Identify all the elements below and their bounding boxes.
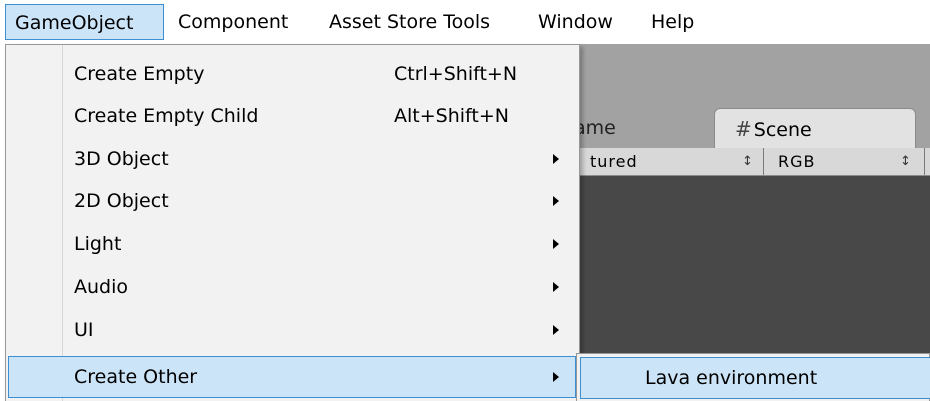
- menu-item-ui[interactable]: UI: [8, 309, 576, 351]
- menu-item-label: Light: [74, 233, 122, 255]
- toolbar-divider: [924, 148, 927, 175]
- tab-strip: ame # Scene: [560, 44, 930, 148]
- submenu-arrow-icon: [553, 154, 559, 164]
- menu-bar: GameObject Component Asset Store Tools W…: [0, 0, 930, 44]
- updown-arrow-icon: ↕: [900, 154, 912, 169]
- menu-item-label: 2D Object: [74, 190, 169, 212]
- menu-asset-store-tools[interactable]: Asset Store Tools: [320, 4, 499, 40]
- create-other-submenu: Lava environment: [576, 353, 930, 401]
- menu-item-label: 3D Object: [74, 148, 169, 170]
- menu-item-3d-object[interactable]: 3D Object: [8, 138, 576, 180]
- submenu-arrow-icon: [553, 325, 559, 335]
- menu-item-label: UI: [74, 319, 94, 341]
- menu-item-create-empty[interactable]: Create Empty Ctrl+Shift+N: [8, 53, 576, 95]
- submenu-arrow-icon: [553, 196, 559, 206]
- toolbar-divider: [763, 148, 766, 175]
- submenu-arrow-icon: [553, 239, 559, 249]
- menu-item-label: Create Other: [74, 366, 198, 388]
- menu-item-shortcut: Ctrl+Shift+N: [394, 63, 518, 85]
- updown-arrow-icon: ↕: [742, 154, 754, 169]
- tab-game[interactable]: ame: [560, 108, 710, 148]
- scene-toolbar: tured ↕ RGB ↕: [560, 148, 930, 176]
- menu-item-create-other[interactable]: Create Other: [8, 356, 576, 398]
- render-mode-dropdown[interactable]: RGB: [778, 148, 838, 175]
- submenu-arrow-icon: [553, 282, 559, 292]
- menu-item-label: Create Empty Child: [74, 105, 259, 127]
- menu-help[interactable]: Help: [642, 4, 703, 40]
- menu-item-create-empty-child[interactable]: Create Empty Child Alt+Shift+N: [8, 95, 576, 137]
- gameobject-dropdown-menu: Create Empty Ctrl+Shift+N Create Empty C…: [5, 44, 580, 401]
- menu-item-label: Create Empty: [74, 63, 205, 85]
- submenu-item-lava-environment[interactable]: Lava environment: [580, 357, 930, 399]
- submenu-item-label: Lava environment: [645, 367, 818, 389]
- menu-item-label: Audio: [74, 276, 129, 298]
- tab-scene-label: Scene: [753, 119, 812, 141]
- submenu-arrow-icon: [553, 372, 559, 382]
- menu-window[interactable]: Window: [529, 4, 622, 40]
- menu-item-2d-object[interactable]: 2D Object: [8, 180, 576, 222]
- menu-item-light[interactable]: Light: [8, 223, 576, 265]
- menu-item-audio[interactable]: Audio: [8, 266, 576, 308]
- tab-scene[interactable]: # Scene: [714, 108, 916, 148]
- shading-mode-dropdown[interactable]: tured: [560, 148, 770, 175]
- menu-item-shortcut: Alt+Shift+N: [394, 105, 509, 127]
- menu-component[interactable]: Component: [169, 4, 297, 40]
- editor-area: ame # Scene tured ↕ RGB ↕: [560, 44, 930, 401]
- menu-gameobject[interactable]: GameObject: [5, 4, 164, 40]
- hash-icon: #: [735, 117, 752, 141]
